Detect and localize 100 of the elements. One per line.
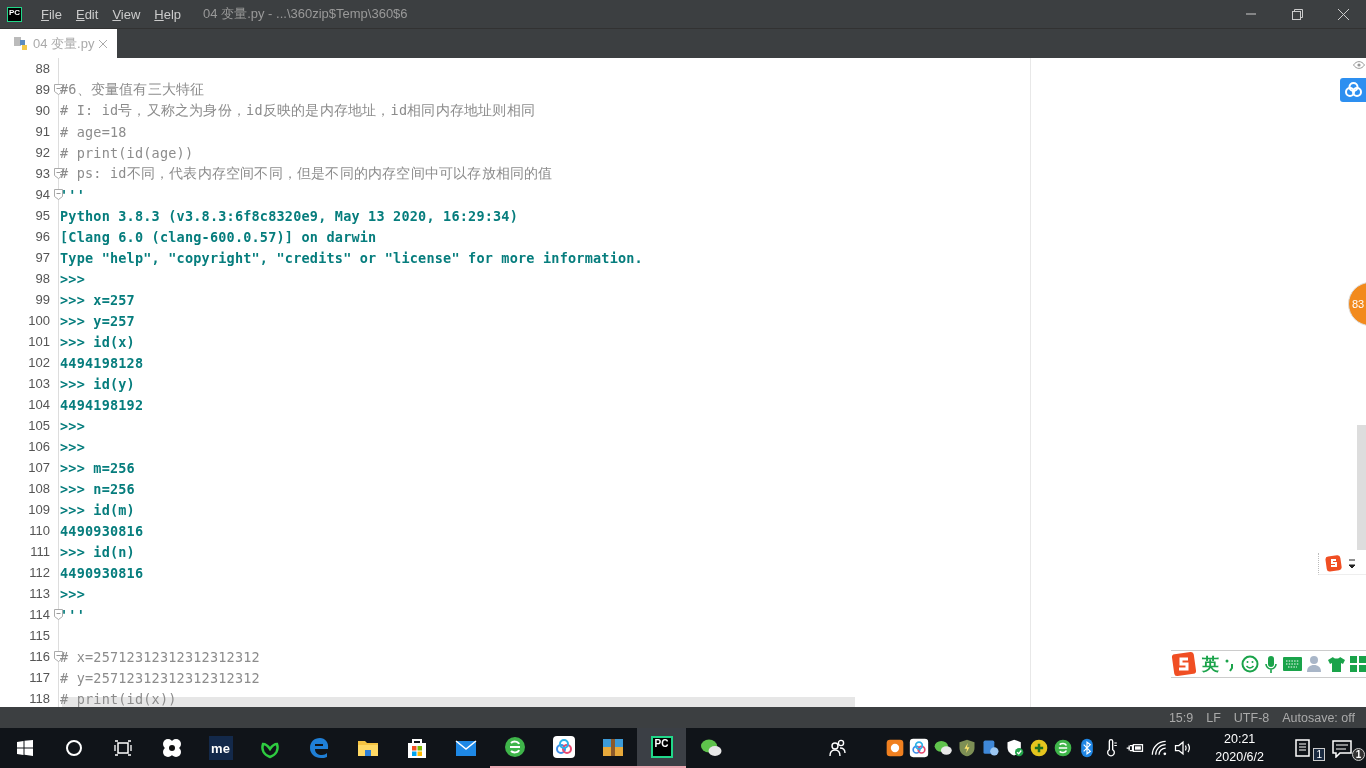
cloud-app-button[interactable] [1340,78,1366,102]
notification-icon[interactable] [1332,738,1352,758]
code-line: >>> n=256 [60,480,135,497]
code-line: ''' [60,186,85,203]
line-number: 103 [27,376,50,391]
vertical-scrollbar[interactable] [1357,425,1366,550]
code-line: 4494198128 [60,354,144,371]
shield-check-icon[interactable] [1005,738,1026,758]
eye-icon[interactable] [1353,61,1365,69]
line-number: 115 [28,628,50,643]
count-badge: 1 [1313,748,1325,761]
code-line: 4494198192 [60,396,144,413]
line-number: 99 [34,292,50,307]
status-item[interactable]: LF [1206,710,1221,725]
taskbar-app[interactable]: me [196,728,245,768]
shirt-icon[interactable] [1328,656,1345,672]
code-line: >>> id(n) [60,543,135,560]
code-line: # ps: id不同，代表内存空间不同，但是不同的内存空间中可以存放相同的值 [60,164,553,183]
maximize-icon[interactable] [1291,8,1303,20]
smiley-icon[interactable] [1241,655,1259,673]
windows-logo-icon[interactable] [16,740,33,756]
menu-item[interactable]: View [105,6,148,22]
chat-icon[interactable] [933,738,954,758]
document-stack-icon[interactable] [1294,738,1310,758]
code-line: Python 3.8.3 (v3.8.3:6f8c8320e9, May 13 2020, 16:29:34) [60,207,519,224]
line-number: 108 [27,481,50,496]
line-number: 96 [34,229,50,244]
microphone-icon[interactable] [1264,655,1278,673]
fold-marker-icon[interactable] [54,189,63,200]
app-icon[interactable] [885,738,906,758]
shield-icon[interactable] [957,738,978,758]
line-number: 95 [34,208,50,223]
clock-time[interactable]: 20:21 [1215,730,1264,748]
code-line: # x=25712312312312312312 [60,648,260,665]
line-number: 105 [27,418,50,433]
code-line: >>> id(m) [60,501,135,518]
code-line: >>> [60,270,85,287]
line-number: 102 [27,355,50,370]
python-file-icon [14,36,28,51]
globe-icon[interactable] [1053,738,1074,758]
cloud-icon [551,735,576,759]
code-line: # print(id(age)) [60,144,194,161]
circle-icon[interactable] [64,739,83,757]
clock-date[interactable]: 2020/6/2 [1215,748,1264,766]
line-number: 106 [27,439,50,454]
code-line: >>> y=257 [60,312,135,329]
code-line: 4490930816 [60,564,144,581]
line-number: 107 [27,460,50,475]
line-number: 104 [27,397,50,412]
line-number: 100 [27,313,50,328]
line-number: 116 [28,649,50,664]
plus-icon[interactable] [1029,738,1050,758]
line-number: 101 [27,334,50,349]
line-number: 110 [28,523,50,538]
close-icon[interactable] [1337,8,1349,20]
menu-item[interactable]: File [34,6,69,22]
input-method-icon[interactable] [1325,555,1342,572]
code-line: >>> [60,438,85,455]
line-number: 118 [28,691,50,706]
line-number: 114 [28,607,50,622]
line-number: 88 [34,61,50,76]
dropdown-icon[interactable] [1348,557,1356,570]
line-number: 94 [34,187,50,202]
menu-item[interactable]: Edit [68,6,106,22]
code-line: 4490930816 [60,522,144,539]
code-line: >>> x=257 [60,291,135,308]
grid-icon[interactable] [1350,656,1366,672]
status-item[interactable]: Autosave: off [1282,710,1355,725]
status-item[interactable]: UTF-8 [1233,710,1270,725]
app-logo: me [208,736,233,760]
line-number: 111 [29,544,50,559]
line-number: 92 [34,145,50,160]
cloud-icon[interactable] [909,738,930,758]
code-line: >>> id(y) [60,375,135,392]
line-number: 90 [34,103,50,118]
input-method-icon[interactable] [1171,651,1197,677]
globe-icon [502,735,527,759]
task-view-icon[interactable] [113,740,132,756]
code-line: #6、变量值有三大特征 [60,80,205,99]
app-logo[interactable]: PC [7,6,22,22]
line-number: 97 [34,250,50,265]
code-line: # y=25712312312312312312 [60,669,260,686]
line-number: 112 [28,565,50,580]
line-number: 93 [34,166,50,181]
line-number: 109 [27,502,50,517]
status-item[interactable]: 15:9 [1168,710,1194,725]
taskbar-app[interactable]: PC [637,728,686,768]
line-number: 117 [28,670,50,685]
window-title: 04 变量.py - ...\360zip$Temp\360$6 [203,5,408,23]
fold-marker-icon[interactable] [54,609,63,620]
menu-item[interactable]: Help [147,6,189,22]
line-number: 91 [34,124,50,139]
code-line: [Clang 6.0 (clang-600.0.57)] on darwin [60,228,377,245]
code-line: >>> [60,585,85,602]
people-icon[interactable] [829,739,848,757]
line-number: 89 [34,82,50,97]
code-line: >>> id(x) [60,333,135,350]
code-line: ''' [60,606,85,623]
line-number: 113 [28,586,50,601]
line-number: 98 [34,271,50,286]
